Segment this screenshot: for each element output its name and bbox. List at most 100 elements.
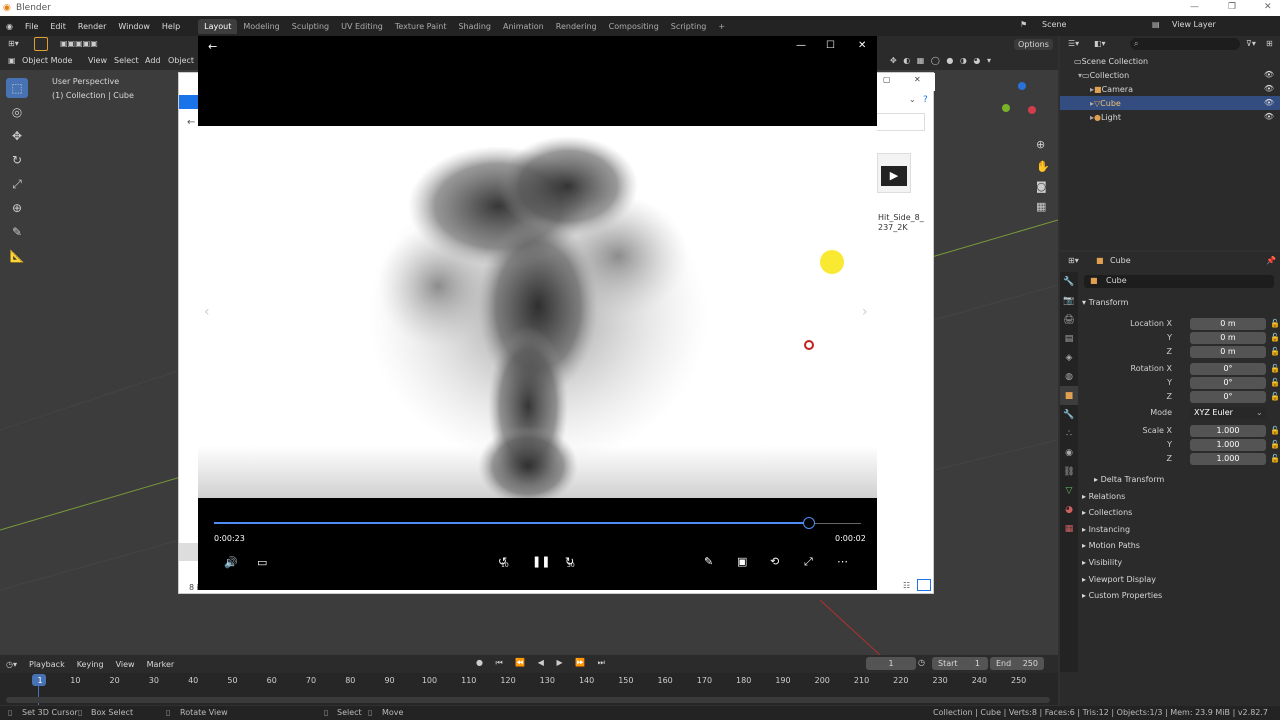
start-frame-field[interactable]: Start 1	[932, 657, 988, 670]
video-file-thumbnail[interactable]: ▶	[877, 153, 911, 193]
explorer-restore-icon[interactable]: ▢	[883, 75, 891, 84]
help-icon[interactable]: ?	[923, 95, 928, 105]
lock-icon[interactable]: 🔓	[1270, 392, 1280, 401]
render-tab-icon[interactable]: 📷	[1060, 291, 1078, 310]
menu-object[interactable]: Object	[168, 56, 194, 65]
measure-tool-icon[interactable]: 📐	[6, 246, 28, 266]
lock-icon[interactable]: 🔓	[1270, 454, 1280, 463]
timeline-editor-icon[interactable]: ◷▾	[0, 660, 23, 669]
visibility-panel-header[interactable]: ▸ Visibility	[1082, 558, 1122, 567]
tab-compositing[interactable]: Compositing	[603, 19, 665, 34]
current-frame-field[interactable]: 1	[866, 657, 916, 670]
scale-y-field[interactable]: 1.000	[1190, 439, 1266, 451]
location-y-field[interactable]: 0 m	[1190, 332, 1266, 344]
pin-icon[interactable]: 📌	[1266, 256, 1276, 265]
transform-tool-icon[interactable]: ⊕	[6, 198, 28, 218]
move-tool-icon[interactable]: ✥	[6, 126, 28, 146]
scene-tab-icon[interactable]: ◈	[1060, 348, 1078, 367]
tab-rendering[interactable]: Rendering	[550, 19, 603, 34]
view-layer-name[interactable]: View Layer	[1172, 20, 1216, 29]
pause-icon[interactable]: ❚❚	[532, 555, 550, 568]
scale-x-field[interactable]: 1.000	[1190, 425, 1266, 437]
lock-icon[interactable]: 🔓	[1270, 319, 1280, 328]
gizmo-z-icon[interactable]	[1018, 82, 1026, 90]
select-box-icons[interactable]: ▣▣▣▣▣	[60, 39, 98, 48]
viewport-display-panel-header[interactable]: ▸ Viewport Display	[1082, 575, 1156, 584]
outliner-item-light[interactable]: ▸ ● Light 👁	[1060, 110, 1280, 124]
clock-icon[interactable]: ◷	[918, 658, 925, 667]
next-arrow-icon[interactable]: ›	[862, 304, 868, 320]
more-options-icon[interactable]: ⋯	[837, 555, 848, 568]
camera-view-icon[interactable]: ◙	[1036, 180, 1047, 193]
cursor-tool-icon[interactable]: ◎	[6, 102, 28, 122]
display-mode-icon[interactable]: ◧▾	[1094, 39, 1106, 48]
output-tab-icon[interactable]: 🖨	[1060, 310, 1078, 329]
video-frame[interactable]: ‹ ›	[198, 126, 877, 498]
prev-arrow-icon[interactable]: ‹	[204, 304, 210, 320]
menu-add[interactable]: Add	[145, 56, 161, 65]
details-view-icon[interactable]: ☷	[903, 581, 910, 590]
timeline-scrollbar[interactable]	[6, 697, 1050, 703]
scale-tool-icon[interactable]: ⤢	[6, 174, 28, 194]
gizmo-y-icon[interactable]	[1002, 104, 1010, 112]
new-collection-icon[interactable]: ⊞	[1266, 39, 1273, 48]
custom-properties-panel-header[interactable]: ▸ Custom Properties	[1082, 591, 1162, 600]
rotation-x-field[interactable]: 0°	[1190, 363, 1266, 375]
outliner-editor-icon[interactable]: ☰▾	[1068, 39, 1079, 48]
location-x-field[interactable]: 0 m	[1190, 318, 1266, 330]
motion-paths-panel-header[interactable]: ▸ Motion Paths	[1082, 541, 1140, 550]
visibility-eye-icon[interactable]: 👁	[1264, 84, 1274, 93]
menu-render[interactable]: Render	[72, 22, 112, 31]
visibility-eye-icon[interactable]: 👁	[1264, 112, 1274, 121]
explorer-search-box[interactable]	[875, 113, 925, 131]
file-name-label[interactable]: Hit_Side_8_	[878, 213, 924, 222]
viewport-shading-icons[interactable]: ✥ ◐ ▦ ◯ ● ◑ ◕ ▾	[890, 56, 993, 65]
menu-edit[interactable]: Edit	[44, 22, 72, 31]
outliner-item-cube[interactable]: ▸ ▽ Cube 👁	[1060, 96, 1280, 110]
options-button[interactable]: Options	[1014, 39, 1053, 50]
player-minimize-icon[interactable]: —	[796, 40, 806, 51]
scene-icon[interactable]: ⚑	[1020, 20, 1027, 29]
explorer-ribbon-tab[interactable]	[179, 95, 199, 109]
blender-menu-icon[interactable]: ◉	[0, 22, 19, 31]
rotate-tool-icon[interactable]: ↻	[6, 150, 28, 170]
visibility-eye-icon[interactable]: 👁	[1264, 70, 1274, 79]
constraints-tab-icon[interactable]: ⛓	[1060, 462, 1078, 481]
ortho-grid-icon[interactable]: ▦	[1036, 200, 1046, 213]
tab-sculpting[interactable]: Sculpting	[286, 19, 335, 34]
360-view-icon[interactable]: ⟲	[770, 555, 779, 568]
editor-type-icon[interactable]: ⊞▾	[8, 39, 19, 48]
end-frame-field[interactable]: End 250	[990, 657, 1044, 670]
lock-icon[interactable]: 🔓	[1270, 426, 1280, 435]
view-layer-tab-icon[interactable]: ▤	[1060, 329, 1078, 348]
particles-tab-icon[interactable]: ∴	[1060, 424, 1078, 443]
outliner-item-scene-collection[interactable]: ▭ Scene Collection	[1060, 54, 1280, 68]
add-workspace-icon[interactable]: +	[712, 19, 731, 34]
transform-panel-header[interactable]: ▾ Transform	[1082, 298, 1128, 307]
zoom-icon[interactable]: ⊕	[1036, 138, 1045, 151]
tab-scripting[interactable]: Scripting	[665, 19, 713, 34]
tab-texture-paint[interactable]: Texture Paint	[389, 19, 453, 34]
restore-icon[interactable]: ❐	[1228, 2, 1236, 12]
captions-icon[interactable]: ▭	[257, 556, 267, 569]
location-z-field[interactable]: 0 m	[1190, 346, 1266, 358]
outliner-item-collection[interactable]: ▾ ▭ Collection 👁	[1060, 68, 1280, 82]
file-name-label-2[interactable]: 237_2K	[878, 223, 908, 232]
menu-marker[interactable]: Marker	[141, 660, 181, 669]
properties-editor-icon[interactable]: ⊞▾	[1068, 256, 1079, 265]
physics-tab-icon[interactable]: ◉	[1060, 443, 1078, 462]
rotation-y-field[interactable]: 0°	[1190, 377, 1266, 389]
outliner-search[interactable]	[1130, 38, 1240, 50]
explorer-close-icon[interactable]: ✕	[914, 75, 921, 84]
instancing-panel-header[interactable]: ▸ Instancing	[1082, 525, 1130, 534]
volume-icon[interactable]: 🔊	[224, 556, 238, 569]
relations-panel-header[interactable]: ▸ Relations	[1082, 492, 1125, 501]
tab-uv-editing[interactable]: UV Editing	[335, 19, 389, 34]
close-icon[interactable]: ✕	[1264, 2, 1272, 12]
lock-icon[interactable]: 🔓	[1270, 378, 1280, 387]
player-back-icon[interactable]: ←	[208, 40, 217, 53]
lock-icon[interactable]: 🔓	[1270, 440, 1280, 449]
object-tab-icon[interactable]: ■	[1060, 386, 1078, 405]
annotate-tool-icon[interactable]: ✎	[6, 222, 28, 242]
tab-modeling[interactable]: Modeling	[237, 19, 285, 34]
